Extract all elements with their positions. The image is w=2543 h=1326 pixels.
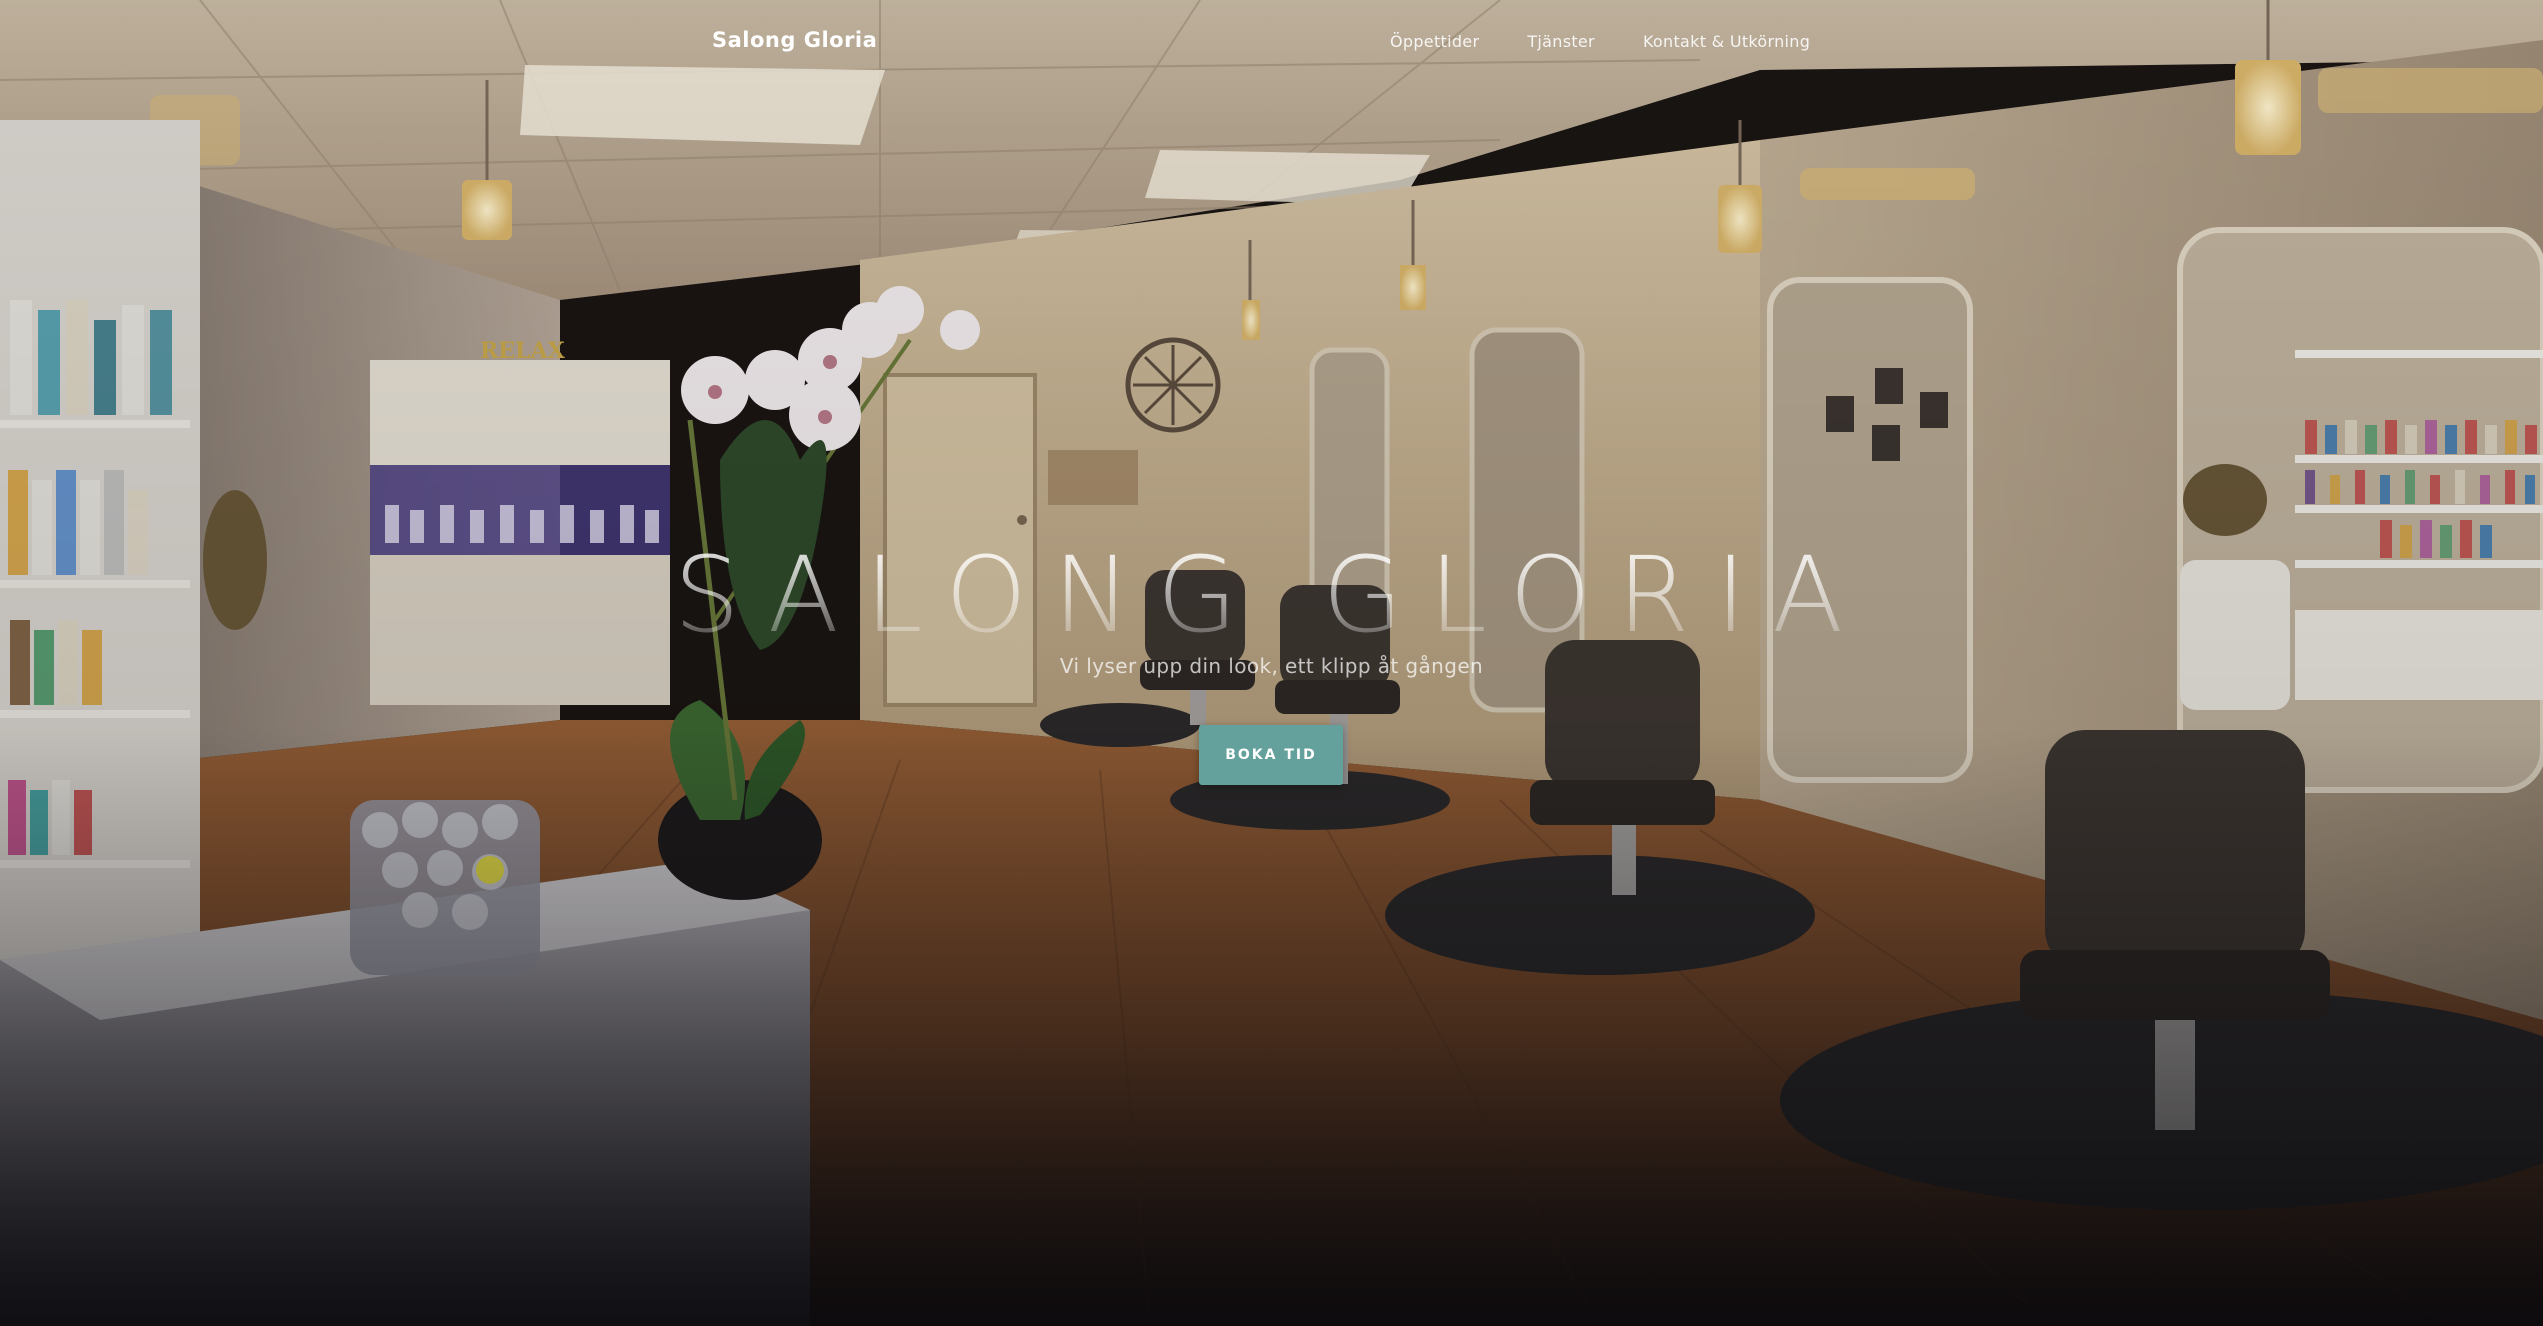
nav-link-tjanster[interactable]: Tjänster <box>1527 32 1595 51</box>
navbar: Salong Gloria Öppettider Tjänster Kontak… <box>0 0 2543 88</box>
nav-item-tjanster: Tjänster <box>1527 32 1595 51</box>
hero-subtitle: Vi lyser upp din look, ett klipp åt gång… <box>1059 654 1484 678</box>
nav-link-oppettider[interactable]: Öppettider <box>1390 32 1479 51</box>
nav-link-kontakt[interactable]: Kontakt & Utkörning <box>1643 32 1810 51</box>
nav-item-kontakt: Kontakt & Utkörning <box>1643 32 1810 51</box>
brand-link[interactable]: Salong Gloria <box>712 28 877 52</box>
hero-section: SALONG GLORIA Vi lyser upp din look, ett… <box>0 0 2543 1326</box>
nav-item-oppettider: Öppettider <box>1390 32 1479 51</box>
hero-title: SALONG GLORIA <box>0 534 2543 656</box>
nav-links: Öppettider Tjänster Kontakt & Utkörning <box>1390 32 1810 51</box>
book-appointment-button[interactable]: BOKA TID <box>1199 725 1343 785</box>
